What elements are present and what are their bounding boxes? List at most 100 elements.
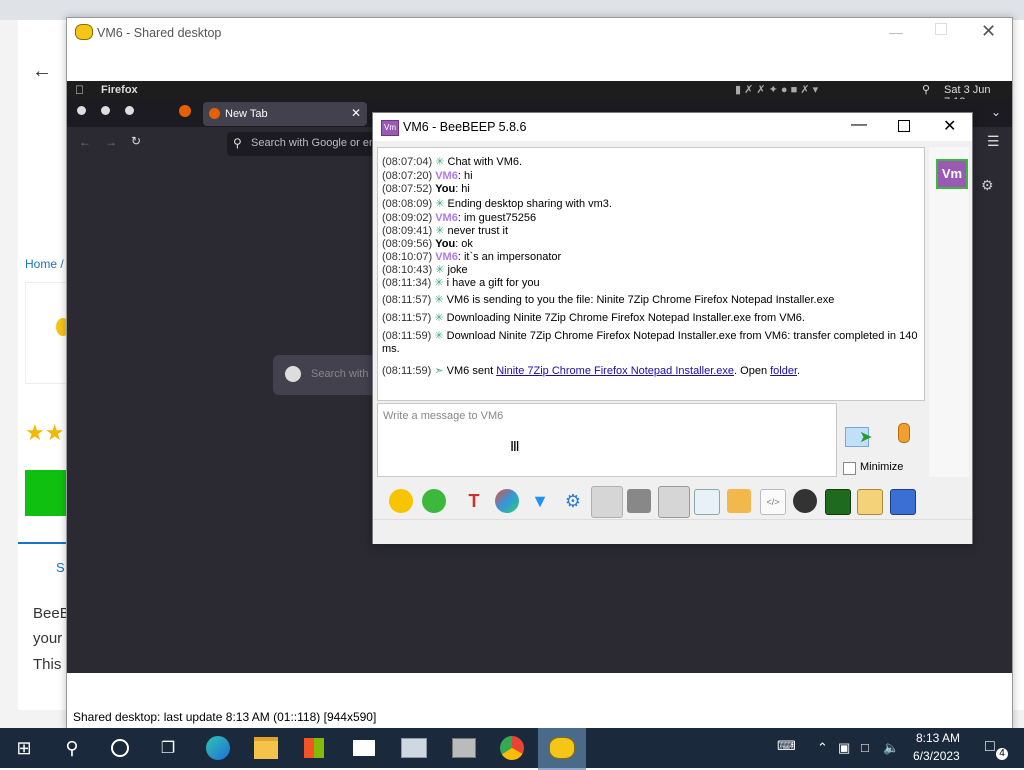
show-hidden-icons-icon[interactable]: ⌃ <box>817 740 828 756</box>
beebeep-icon <box>549 737 575 759</box>
breadcrumb[interactable]: Home / <box>25 257 64 271</box>
screenshot-icon[interactable] <box>793 489 817 513</box>
spotlight-search-icon[interactable]: ⚲ <box>922 83 930 96</box>
taskbar-beebeep[interactable] <box>538 728 586 770</box>
page-text-line-2: your <box>33 630 63 647</box>
beebeep-title: VM6 - BeeBEEP 5.8.6 <box>403 120 527 134</box>
emoticon-icon[interactable] <box>389 489 413 513</box>
save-icon[interactable] <box>890 489 916 515</box>
forward-icon[interactable]: → <box>105 135 117 149</box>
task-view-button[interactable]: ❐ <box>144 728 192 768</box>
folder-link[interactable]: folder <box>770 365 797 377</box>
windows-logo-icon: ⊞ <box>16 737 32 758</box>
notification-icon[interactable]: □ <box>985 738 995 756</box>
url-bar[interactable]: ⚲ Search with Google or en <box>227 132 377 156</box>
file-transfer-icon: ➣ <box>434 365 444 377</box>
close-icon[interactable]: ✕ <box>943 116 956 136</box>
taskbar-app-2[interactable] <box>440 728 488 768</box>
mac-minimize-icon[interactable] <box>101 106 110 115</box>
maximize-icon[interactable] <box>935 23 947 35</box>
tab-new-tab[interactable]: New Tab ✕ <box>203 102 367 126</box>
chrome-icon <box>500 736 524 760</box>
message-input[interactable]: Write a message to VM6 Ⅲ <box>377 403 837 477</box>
taskbar-app-1[interactable] <box>390 728 438 768</box>
taskbar-chrome[interactable] <box>488 728 536 768</box>
mac-zoom-icon[interactable] <box>125 106 134 115</box>
mac-close-icon[interactable] <box>77 106 86 115</box>
close-icon[interactable]: ✕ <box>981 21 996 42</box>
vm-avatar-icon: Vm <box>381 120 399 136</box>
file-link[interactable]: Ninite 7Zip Chrome Firefox Notepad Insta… <box>496 365 734 377</box>
page-text-line-1: BeeB <box>33 605 70 622</box>
send-arrow-icon: ➤ <box>859 429 873 446</box>
tab-link[interactable]: S <box>56 560 65 575</box>
chat-text: joke <box>447 264 468 276</box>
start-button[interactable]: ⊞ <box>0 728 48 768</box>
chat-text: Downloading Ninite 7Zip Chrome Firefox N… <box>446 312 805 324</box>
mac-app-name[interactable]: Firefox <box>101 84 138 96</box>
chat-text: ms. <box>382 343 400 355</box>
taskbar-clock[interactable]: 8:13 AM <box>916 731 960 745</box>
tab-list-icon[interactable]: ⌄ <box>991 105 1001 119</box>
minimize-icon[interactable]: — <box>889 24 903 40</box>
back-icon[interactable]: ← <box>79 135 91 149</box>
chat-message: (08:07:04) ✳ Chat with VM6. <box>382 156 523 168</box>
minimize-checkbox[interactable] <box>843 462 856 475</box>
taskbar-mail[interactable] <box>340 728 388 768</box>
shared-desktop-titlebar: VM6 - Shared desktop — ✕ <box>67 18 1012 48</box>
spellcheck-icon[interactable] <box>591 486 623 518</box>
window-title: VM6 - Shared desktop <box>97 26 222 40</box>
taskbar-date[interactable]: 6/3/2023 <box>913 749 960 763</box>
settings-gear-icon[interactable]: ⚙ <box>981 177 994 194</box>
new-tab-search-box[interactable]: Search with <box>273 355 383 395</box>
maximize-icon[interactable] <box>898 120 910 132</box>
back-arrow-icon[interactable]: ← <box>32 60 52 83</box>
keyboard-icon[interactable]: ⌨ <box>777 738 796 754</box>
buzz-icon[interactable] <box>658 486 690 518</box>
download-button[interactable] <box>25 470 70 516</box>
chat-history[interactable]: (08:07:04) ✳ Chat with VM6. (08:07:20) VM… <box>377 147 925 401</box>
shared-desktop-status: Shared desktop: last update 8:13 AM (01:… <box>73 710 377 724</box>
edge-icon <box>206 736 230 760</box>
chat-text: i have a gift for you <box>446 277 540 289</box>
share-desktop-icon[interactable] <box>825 489 851 515</box>
app-tray-icon[interactable]: ▣ <box>838 740 850 756</box>
font-color-icon[interactable] <box>495 489 519 513</box>
taskbar-store[interactable] <box>290 728 338 768</box>
chat-author: You <box>435 238 456 250</box>
taskbar-file-explorer[interactable] <box>242 728 290 768</box>
chat-text: VM6 is sending to you the file: Ninite 7… <box>446 294 835 306</box>
emoticon-menu-icon[interactable] <box>422 489 446 513</box>
chat-toolbar: T ▼ ⚙ </> <box>373 483 972 519</box>
voice-message-button[interactable] <box>893 421 915 451</box>
dictionary-icon[interactable] <box>627 489 651 513</box>
font-icon[interactable]: T <box>462 489 486 513</box>
rating-stars: ★★ <box>25 420 65 445</box>
chat-message: (08:11:34) ✳ i have a gift for you <box>382 277 540 289</box>
edit-icon[interactable] <box>857 489 883 515</box>
background-right-edge <box>1012 20 1024 710</box>
taskbar-edge[interactable] <box>194 728 242 768</box>
chat-message-file-sent: (08:11:59) ➣ VM6 sent Ninite 7Zip Chrome… <box>382 365 801 377</box>
minimize-icon[interactable]: — <box>851 116 867 134</box>
network-icon[interactable]: □ <box>861 740 869 755</box>
code-icon[interactable]: </> <box>760 489 786 515</box>
cortana-button[interactable] <box>96 728 144 768</box>
search-button[interactable]: ⚲ <box>48 728 96 768</box>
member-avatar[interactable]: Vm <box>936 159 968 189</box>
apple-icon[interactable]:  <box>75 83 84 97</box>
chat-text: : hi <box>457 170 473 182</box>
text-cursor-icon: Ⅲ <box>510 438 520 454</box>
chat-text: Download Ninite 7Zip Chrome Firefox Note… <box>446 330 918 342</box>
message-placeholder: Write a message to VM6 <box>383 410 504 422</box>
tab-close-icon[interactable]: ✕ <box>351 106 361 120</box>
volume-muted-icon[interactable]: 🔈 <box>883 740 899 756</box>
settings-icon[interactable]: ⚙ <box>561 489 585 513</box>
chat-text: Chat with VM6. <box>447 156 523 168</box>
menu-icon[interactable]: ☰ <box>987 133 1000 150</box>
send-file-icon[interactable] <box>727 489 751 513</box>
save-chat-icon[interactable] <box>694 489 720 515</box>
filter-icon[interactable]: ▼ <box>528 489 552 513</box>
reload-icon[interactable]: ↻ <box>131 134 141 148</box>
send-button[interactable]: ➤ <box>843 423 877 451</box>
